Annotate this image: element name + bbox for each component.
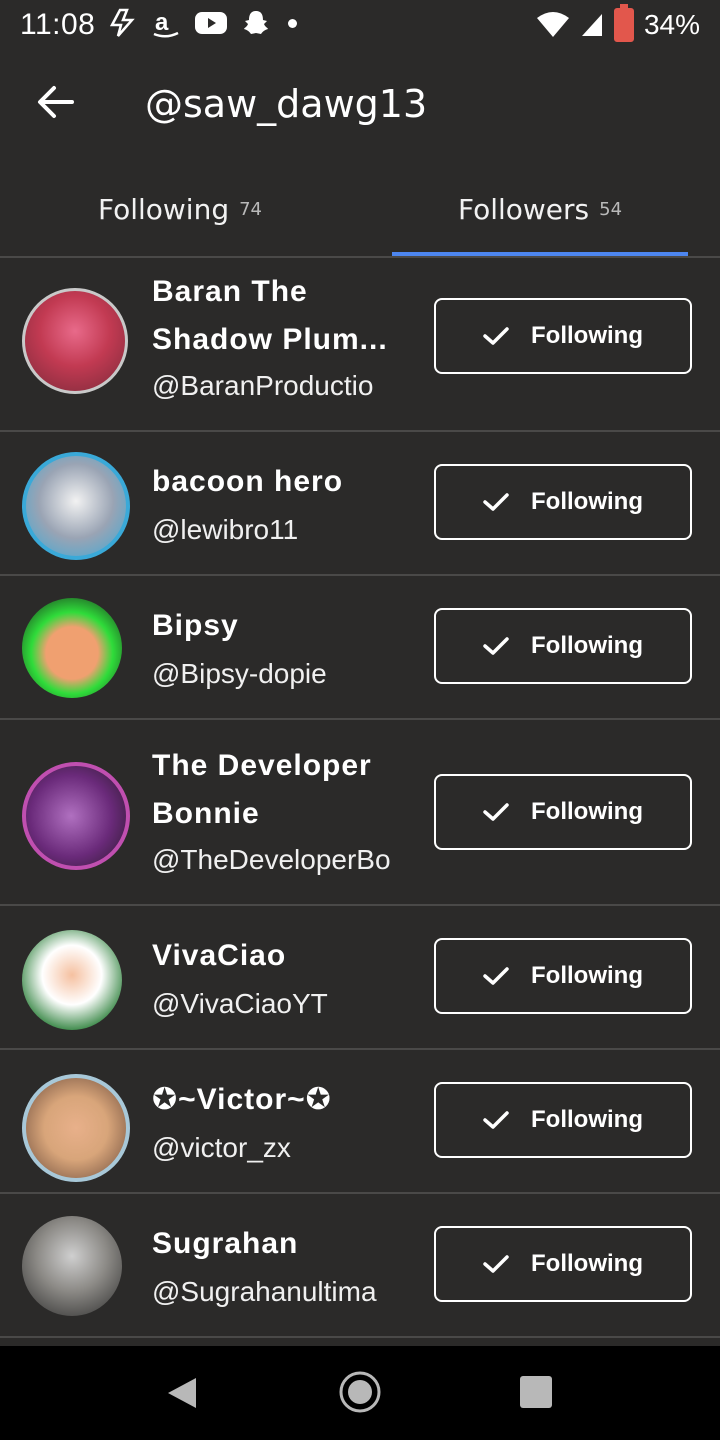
tab-bar: Following 74 Followers 54 [0,162,720,258]
following-button[interactable]: Following [434,1226,692,1302]
list-item[interactable]: VivaCiao @VivaCiaoYT Following [0,906,720,1050]
user-name[interactable]: bacoon hero [152,458,343,506]
tab-followers[interactable]: Followers 54 [360,162,720,256]
user-handle: @BaranProductio [152,370,374,401]
system-nav-bar [0,1346,720,1440]
page-title: @saw_dawg13 [145,82,428,126]
status-time: 11:08 [20,8,96,41]
status-notification-icons: a [108,8,297,38]
tab-following[interactable]: Following 74 [0,162,360,256]
following-button-label: Following [531,322,643,349]
nav-recents-icon[interactable] [520,1376,552,1408]
user-name[interactable]: VivaCiao [152,932,286,980]
nav-back-icon[interactable] [166,1376,198,1410]
following-button[interactable]: Following [434,1082,692,1158]
following-button-label: Following [531,1250,643,1277]
following-button-label: Following [531,632,643,659]
list-item[interactable]: bacoon hero @lewibro11 Following [0,432,720,576]
active-tab-indicator [392,252,688,256]
following-button[interactable]: Following [434,774,692,850]
avatar[interactable] [22,1074,130,1182]
following-button-label: Following [531,488,643,515]
user-name[interactable]: Baran The Shadow Plum... [152,268,388,364]
user-handle: @victor_zx [152,1132,291,1163]
user-name[interactable]: ✪~Victor~✪ [152,1076,332,1124]
avatar[interactable] [22,598,122,698]
avatar[interactable] [22,452,130,560]
following-button[interactable]: Following [434,608,692,684]
following-button-label: Following [531,798,643,825]
tab-label: Followers [457,192,590,226]
avatar[interactable] [22,1216,122,1316]
list-item[interactable]: ✪~Victor~✪ @victor_zx Following [0,1050,720,1194]
following-button-label: Following [531,962,643,989]
flash-icon [109,8,135,37]
avatar[interactable] [22,762,130,870]
check-icon [483,493,509,511]
arrow-left-icon [38,86,74,118]
check-icon [483,327,509,345]
user-name[interactable]: Bipsy [152,602,239,650]
cellular-icon [581,14,602,36]
check-icon [483,1255,509,1273]
snapchat-icon [244,11,268,34]
amazon-icon: a [153,9,179,38]
user-handle: @lewibro11 [152,514,299,545]
svg-text:a: a [155,9,169,36]
check-icon [483,967,509,985]
battery-percent: 34% [643,9,700,40]
wifi-icon [536,12,569,37]
following-button[interactable]: Following [434,464,692,540]
notification-dot [288,18,297,28]
user-handle: @Sugrahanultima [152,1276,377,1307]
battery-icon [613,4,634,42]
list-item[interactable]: Baran The Shadow Plum... @BaranProductio… [0,258,720,432]
user-name[interactable]: Sugrahan [152,1220,298,1268]
user-handle: @TheDeveloperBo [152,844,391,875]
check-icon [483,1111,509,1129]
app-header: @saw_dawg13 [0,52,720,162]
avatar[interactable] [22,288,128,394]
status-bar: 11:08 a 34% [0,0,720,52]
avatar[interactable] [22,930,122,1030]
check-icon [483,637,509,655]
youtube-icon [195,12,227,34]
back-button[interactable] [34,80,84,130]
following-button-label: Following [531,1106,643,1133]
following-button[interactable]: Following [434,298,692,374]
list-item[interactable]: The Developer Bonnie @TheDeveloperBo Fol… [0,720,720,906]
status-system-icons: 34% [536,4,700,42]
check-icon [483,803,509,821]
nav-home-icon[interactable] [338,1370,382,1414]
user-handle: @VivaCiaoYT [152,988,328,1019]
tab-label: Following [97,192,230,226]
list-item[interactable]: Bipsy @Bipsy-dopie Following [0,576,720,720]
list-item[interactable]: Sugrahan @Sugrahanultima Following [0,1194,720,1338]
user-handle: @Bipsy-dopie [152,658,327,689]
following-button[interactable]: Following [434,938,692,1014]
tab-count: 74 [239,198,263,220]
followers-list: Baran The Shadow Plum... @BaranProductio… [0,258,720,1338]
tab-count: 54 [599,198,623,220]
user-name[interactable]: The Developer Bonnie [152,742,372,838]
